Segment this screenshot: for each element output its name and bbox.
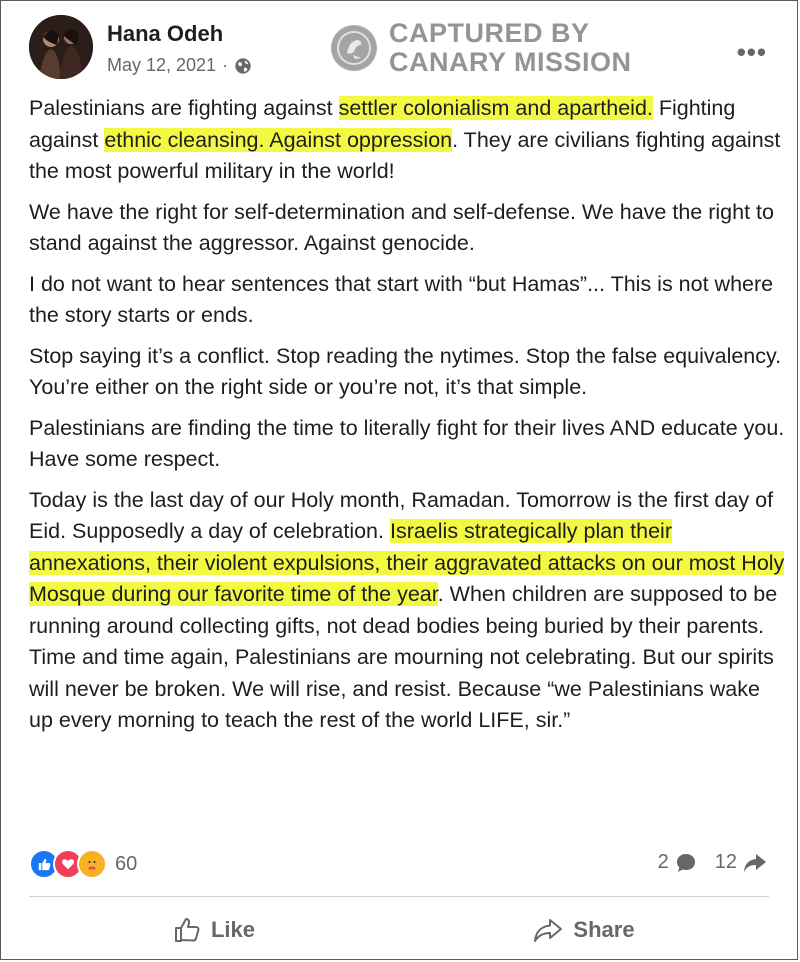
shares-stat[interactable]: 12 — [715, 851, 767, 874]
like-label: Like — [210, 917, 256, 942]
post-meta: May 12, 2021 · — [107, 55, 252, 76]
share-arrow-outline-icon — [534, 919, 563, 942]
paragraph-4: Stop saying it’s a conflict. Stop readin… — [29, 343, 782, 400]
paragraph-3: I do not want to hear sentences that sta… — [29, 271, 774, 328]
highlighted-text: ethnic cleansing. Against oppression — [104, 127, 453, 152]
globe-icon — [235, 57, 251, 74]
reactions-count: 60 — [115, 852, 138, 875]
reactions-summary[interactable]: 60 — [29, 849, 137, 879]
paragraph-2: We have the right for self-determination… — [29, 199, 774, 256]
author-name[interactable]: Hana Odeh — [107, 21, 223, 47]
share-button[interactable]: Share — [399, 899, 769, 961]
watermark-text: CAPTURED BY CANARY MISSION — [389, 19, 632, 77]
highlighted-text: settler colonialism and apartheid. — [338, 96, 653, 120]
watermark: CAPTURED BY CANARY MISSION — [331, 19, 632, 77]
engagement-stats: 2 12 — [658, 851, 767, 874]
thumbs-up-icon — [174, 918, 200, 942]
post-date[interactable]: May 12, 2021 — [107, 55, 216, 76]
text-segment: Palestinians are fighting against — [29, 96, 339, 120]
share-label: Share — [573, 917, 635, 942]
actions-divider — [29, 896, 769, 897]
comment-bubble-icon — [676, 853, 695, 872]
more-options-button[interactable]: ••• — [737, 37, 767, 68]
avatar-photo — [29, 15, 93, 79]
paragraph-5: Palestinians are finding the time to lit… — [29, 415, 785, 472]
post-body: Palestinians are fighting against settle… — [29, 93, 789, 746]
canary-logo-icon — [331, 25, 377, 71]
shares-count: 12 — [714, 851, 737, 873]
date-separator: · — [222, 55, 229, 75]
paragraph-6: Today is the last day of our Holy month,… — [29, 485, 789, 737]
care-reaction-icon — [77, 849, 107, 879]
post-actions-bar: Like Share — [29, 899, 769, 961]
comments-stat[interactable]: 2 — [658, 851, 697, 874]
watermark-line-1: CAPTURED BY — [389, 18, 590, 48]
share-arrow-icon — [744, 853, 766, 872]
post-card: Hana Odeh May 12, 2021 · CAPTURED BY CAN… — [0, 0, 798, 960]
paragraph-1: Palestinians are fighting against settle… — [29, 93, 789, 188]
like-button[interactable]: Like — [29, 899, 399, 961]
comments-count: 2 — [657, 851, 669, 873]
watermark-line-2: CANARY MISSION — [389, 47, 632, 77]
avatar[interactable] — [29, 15, 93, 79]
